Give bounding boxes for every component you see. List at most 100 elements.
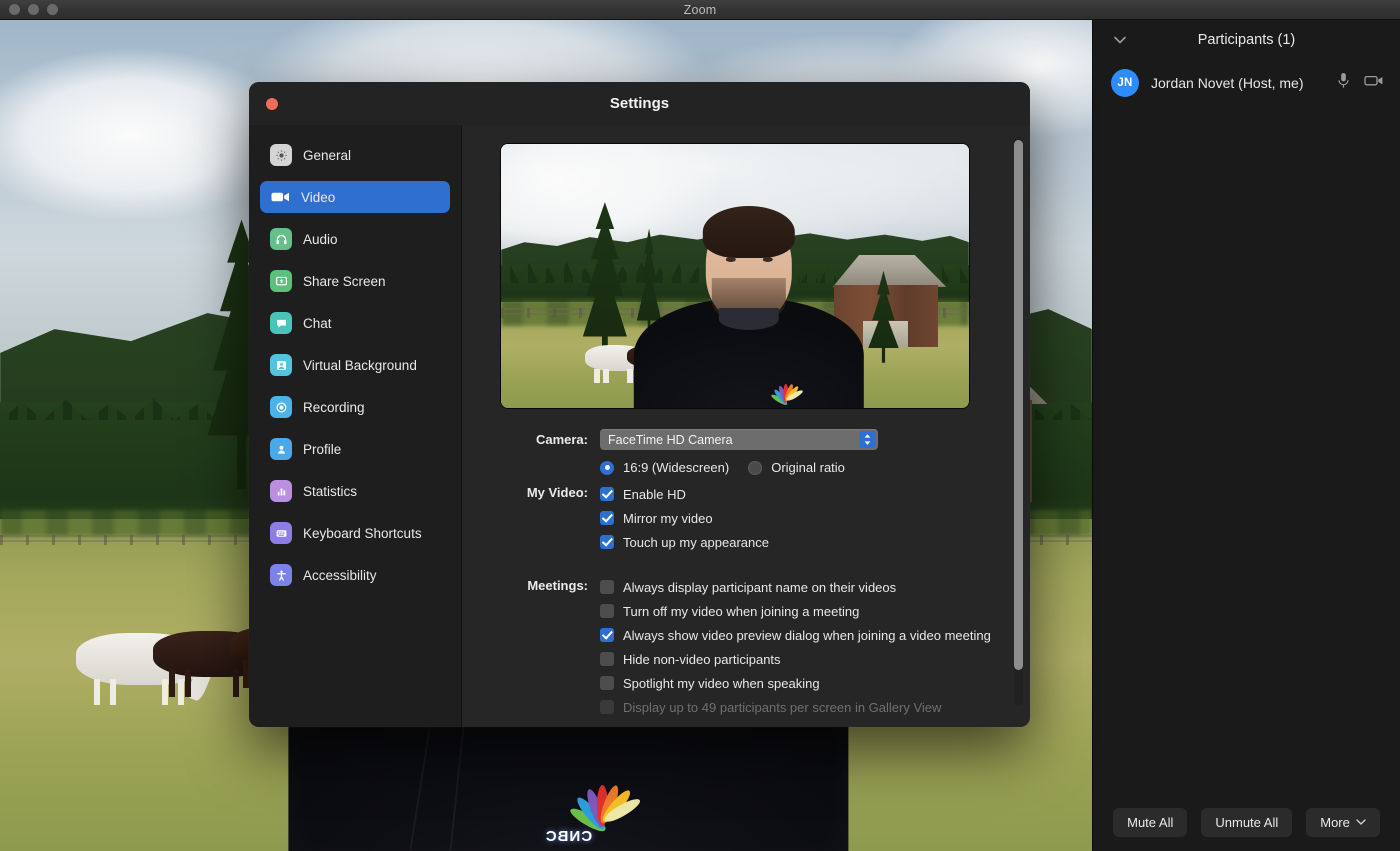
sidebar-item-label: Statistics (303, 484, 357, 499)
checkbox-show-video-preview-label: Always show video preview dialog when jo… (623, 628, 991, 643)
sidebar-item-label: Video (301, 190, 335, 205)
checkbox-mirror-my-video-label: Mirror my video (623, 511, 713, 526)
camera-label: Camera: (500, 429, 588, 447)
sidebar-item-label: Recording (303, 400, 365, 415)
participant-name: Jordan Novet (Host, me) (1151, 75, 1337, 91)
accessibility-icon (270, 564, 292, 586)
checkbox-always-display-name-row[interactable]: Always display participant name on their… (600, 575, 1008, 599)
meetings-label: Meetings: (500, 575, 588, 593)
sidebar-item-virtual-background[interactable]: Virtual Background (260, 349, 450, 381)
sidebar-item-statistics[interactable]: Statistics (260, 475, 450, 507)
chevron-down-icon[interactable] (1111, 31, 1129, 49)
sidebar-item-label: Audio (303, 232, 338, 247)
chat-bubble-icon (270, 312, 292, 334)
settings-scrollbar-thumb[interactable] (1014, 140, 1023, 670)
sidebar-item-label: Share Screen (303, 274, 386, 289)
checkbox-show-video-preview[interactable] (600, 628, 614, 642)
checkbox-mirror-my-video[interactable] (600, 511, 614, 525)
checkbox-enable-hd-label: Enable HD (623, 487, 686, 502)
checkbox-spotlight-my-video[interactable] (600, 676, 614, 690)
sidebar-item-share-screen[interactable]: Share Screen (260, 265, 450, 297)
person-frame-icon (270, 354, 292, 376)
participants-panel-header: Participants (1) (1093, 20, 1400, 60)
up-down-chevron-icon[interactable] (859, 431, 876, 448)
sidebar-item-label: Profile (303, 442, 341, 457)
settings-title: Settings (249, 95, 1030, 112)
share-screen-icon (270, 270, 292, 292)
settings-video-panel: Camera: FaceTime HD Camera (462, 125, 1030, 727)
sidebar-item-chat[interactable]: Chat (260, 307, 450, 339)
settings-scrollbar[interactable] (1014, 137, 1023, 705)
checkbox-spotlight-my-video-label: Spotlight my video when speaking (623, 676, 820, 691)
checkbox-touch-up-appearance[interactable] (600, 535, 614, 549)
record-circle-icon (270, 396, 292, 418)
settings-dialog: Settings General (249, 82, 1030, 727)
camera-select[interactable]: FaceTime HD Camera (600, 429, 878, 450)
checkbox-show-video-preview-row[interactable]: Always show video preview dialog when jo… (600, 623, 1008, 647)
checkbox-display-49-participants-row: Display up to 49 participants per screen… (600, 695, 1008, 719)
checkbox-mirror-my-video-row[interactable]: Mirror my video (600, 506, 1008, 530)
participants-panel-footer: Mute All Unmute All More (1093, 799, 1400, 851)
camera-select-value: FaceTime HD Camera (608, 433, 733, 447)
mute-all-button[interactable]: Mute All (1113, 808, 1187, 837)
settings-close-button[interactable] (266, 98, 278, 110)
avatar: JN (1111, 69, 1139, 97)
video-settings-form: Camera: FaceTime HD Camera (500, 429, 1008, 719)
checkbox-display-49-participants (600, 700, 614, 714)
unmute-all-label: Unmute All (1215, 815, 1278, 830)
checkbox-hide-non-video-row[interactable]: Hide non-video participants (600, 647, 1008, 671)
sidebar-item-accessibility[interactable]: Accessibility (260, 559, 450, 591)
traffic-lights (9, 4, 58, 15)
checkbox-turn-off-video-join[interactable] (600, 604, 614, 618)
person-icon (270, 438, 292, 460)
window-minimize-button[interactable] (28, 4, 39, 15)
radio-16-9[interactable] (600, 461, 614, 475)
settings-sidebar: General Video (249, 125, 462, 727)
sidebar-item-general[interactable]: General (260, 139, 450, 171)
sidebar-item-keyboard-shortcuts[interactable]: Keyboard Shortcuts (260, 517, 450, 549)
checkbox-hide-non-video[interactable] (600, 652, 614, 666)
window-titlebar: Zoom (0, 0, 1400, 20)
meetings-row: Meetings: Always display participant nam… (500, 575, 1008, 719)
settings-titlebar: Settings (249, 82, 1030, 125)
checkbox-hide-non-video-label: Hide non-video participants (623, 652, 781, 667)
window-maximize-button[interactable] (47, 4, 58, 15)
my-video-row: My Video: Enable HD Mirror my video (500, 482, 1008, 554)
sidebar-item-label: Accessibility (303, 568, 377, 583)
video-camera-icon[interactable] (1364, 74, 1384, 92)
keyboard-icon (270, 522, 292, 544)
microphone-icon[interactable] (1337, 72, 1350, 94)
sidebar-item-audio[interactable]: Audio (260, 223, 450, 255)
radio-original-ratio[interactable] (748, 461, 762, 475)
sidebar-item-label: Virtual Background (303, 358, 417, 373)
camera-preview (500, 143, 970, 409)
chevron-down-icon (1356, 817, 1366, 828)
sidebar-item-recording[interactable]: Recording (260, 391, 450, 423)
checkbox-enable-hd-row[interactable]: Enable HD (600, 482, 1008, 506)
checkbox-always-display-name[interactable] (600, 580, 614, 594)
sidebar-item-video[interactable]: Video (260, 181, 450, 213)
checkbox-turn-off-video-join-row[interactable]: Turn off my video when joining a meeting (600, 599, 1008, 623)
headphones-icon (270, 228, 292, 250)
more-button[interactable]: More (1306, 808, 1380, 837)
participant-row[interactable]: JN Jordan Novet (Host, me) (1093, 64, 1400, 102)
mute-all-label: Mute All (1127, 815, 1173, 830)
participants-list: JN Jordan Novet (Host, me) (1093, 60, 1400, 799)
more-label: More (1320, 815, 1350, 830)
radio-original-ratio-label: Original ratio (771, 460, 845, 475)
my-video-label: My Video: (500, 482, 588, 500)
window-close-button[interactable] (9, 4, 20, 15)
checkbox-always-display-name-label: Always display participant name on their… (623, 580, 896, 595)
cnbc-wordmark: CNBC (545, 828, 592, 845)
sidebar-item-profile[interactable]: Profile (260, 433, 450, 465)
camera-row: Camera: FaceTime HD Camera (500, 429, 1008, 475)
checkbox-enable-hd[interactable] (600, 487, 614, 501)
checkbox-turn-off-video-join-label: Turn off my video when joining a meeting (623, 604, 859, 619)
checkbox-touch-up-appearance-row[interactable]: Touch up my appearance (600, 530, 1008, 554)
sidebar-item-label: Chat (303, 316, 332, 331)
checkbox-spotlight-my-video-row[interactable]: Spotlight my video when speaking (600, 671, 1008, 695)
unmute-all-button[interactable]: Unmute All (1201, 808, 1292, 837)
participants-panel: Participants (1) JN Jordan Novet (Host, … (1092, 20, 1400, 851)
checkbox-touch-up-appearance-label: Touch up my appearance (623, 535, 769, 550)
bar-chart-icon (270, 480, 292, 502)
